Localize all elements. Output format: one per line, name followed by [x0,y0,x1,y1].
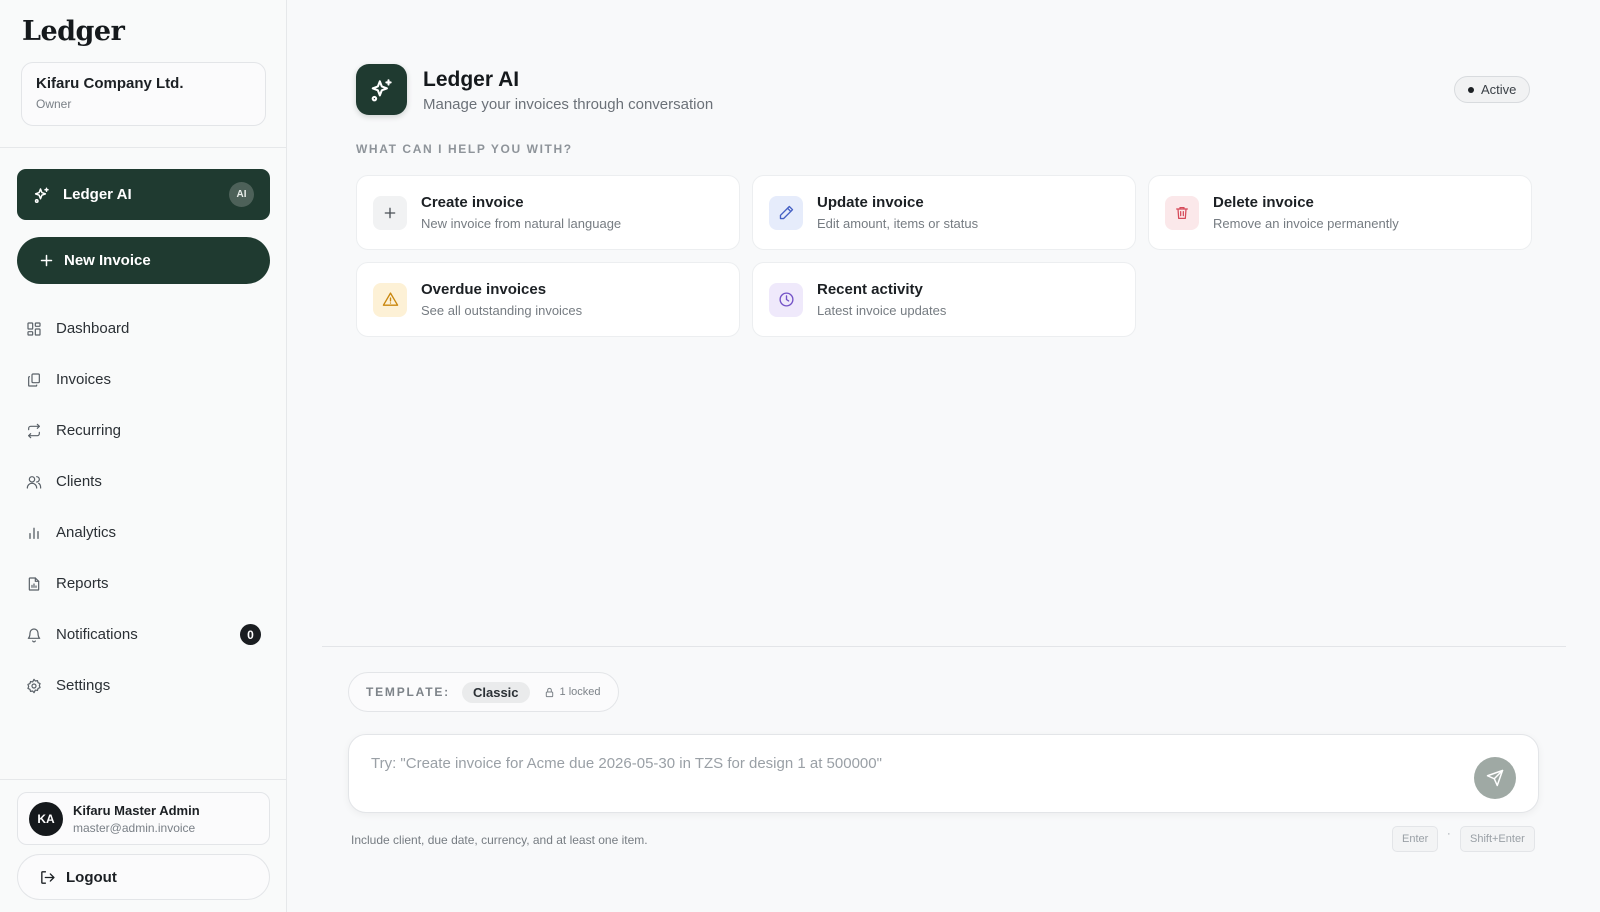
card-title: Recent activity [817,281,923,298]
company-role: Owner [36,97,72,111]
send-icon [1486,769,1504,787]
sparkles-icon [33,186,51,204]
analytics-icon [26,525,42,541]
trash-icon [1165,195,1199,230]
status-text: Active [1481,82,1517,97]
locked-count: 1 locked [559,686,601,698]
card-title: Create invoice [421,194,524,211]
sidebar-item-ledger-ai[interactable]: Ledger AI AI [17,169,270,220]
clock-icon [769,282,803,317]
new-invoice-label: New Invoice [64,252,151,269]
sidebar-nav: Dashboard Invoices Recurring Clients Ana… [17,303,270,711]
brand-logo: Ledger [22,16,125,47]
card-description: Latest invoice updates [817,303,947,318]
composer-hint: Include client, due date, currency, and … [351,833,648,847]
composer-divider [322,646,1566,647]
action-card-update-invoice[interactable]: Update invoice Edit amount, items or sta… [752,175,1136,250]
sidebar-item-label: Analytics [56,524,117,541]
bell-icon [26,627,42,643]
new-invoice-button[interactable]: New Invoice [17,237,270,284]
reports-icon [26,576,42,592]
company-name: Kifaru Company Ltd. [36,75,184,92]
invoices-icon [26,372,42,388]
sidebar-item-notifications[interactable]: Notifications 0 [17,609,270,660]
gear-icon [26,678,42,694]
sidebar-item-dashboard[interactable]: Dashboard [17,303,270,354]
lock-icon [544,687,555,698]
sidebar-item-label: Settings [56,677,111,694]
company-switcher[interactable]: Kifaru Company Ltd. Owner [21,62,266,126]
pencil-icon [769,195,803,230]
status-dot-icon [1468,86,1474,93]
sidebar-item-recurring[interactable]: Recurring [17,405,270,456]
section-label: WHAT CAN I HELP YOU WITH? [356,142,573,156]
user-name: Kifaru Master Admin [73,802,200,818]
logout-icon [39,869,56,886]
chat-composer [348,734,1539,813]
template-selector[interactable]: TEMPLATE: Classic 1 locked [348,672,619,712]
clients-icon [26,474,42,490]
card-title: Overdue invoices [421,281,547,298]
plus-icon [39,253,54,268]
card-description: Remove an invoice permanently [1213,216,1399,231]
sidebar-item-reports[interactable]: Reports [17,558,270,609]
card-description: New invoice from natural language [421,216,622,231]
sidebar-item-label: Dashboard [56,320,130,337]
user-profile-card[interactable]: KA Kifaru Master Admin master@admin.invo… [17,792,270,845]
notifications-count-badge: 0 [240,624,261,645]
sidebar-item-clients[interactable]: Clients [17,456,270,507]
shift-enter-key-hint: Shift+Enter [1460,826,1535,852]
sidebar-item-label: Ledger AI [63,186,132,203]
send-button[interactable] [1474,757,1516,799]
key-separator: · [1447,828,1451,840]
chat-input[interactable] [371,755,1451,795]
sidebar-item-analytics[interactable]: Analytics [17,507,270,558]
logout-button[interactable]: Logout [17,854,270,900]
main-content: Ledger AI Manage your invoices through c… [288,0,1600,912]
card-description: Edit amount, items or status [817,216,979,231]
action-card-create-invoice[interactable]: Create invoice New invoice from natural … [356,175,740,250]
recurring-icon [26,423,42,439]
avatar: KA [29,801,63,836]
sidebar: Ledger Kifaru Company Ltd. Owner Ledger … [0,0,287,912]
sidebar-item-label: Clients [56,473,102,490]
sidebar-divider [0,779,287,780]
sidebar-item-settings[interactable]: Settings [17,660,270,711]
sidebar-item-label: Reports [56,575,109,592]
action-card-overdue-invoices[interactable]: Overdue invoices See all outstanding inv… [356,262,740,337]
sidebar-divider [0,147,287,148]
card-title: Delete invoice [1213,194,1314,211]
template-label: TEMPLATE: [366,685,450,699]
sidebar-item-label: Notifications [56,626,138,643]
user-email: master@admin.invoice [73,820,196,835]
action-card-recent-activity[interactable]: Recent activity Latest invoice updates [752,262,1136,337]
card-title: Update invoice [817,194,924,211]
card-description: See all outstanding invoices [421,303,583,318]
sidebar-item-label: Recurring [56,422,122,439]
page-title: Ledger AI [423,68,520,91]
sidebar-item-invoices[interactable]: Invoices [17,354,270,405]
warning-icon [373,282,407,317]
logout-label: Logout [66,868,117,886]
enter-key-hint: Enter [1392,826,1439,852]
plus-icon [373,195,407,230]
action-card-delete-invoice[interactable]: Delete invoice Remove an invoice permane… [1148,175,1532,250]
sidebar-item-label: Invoices [56,371,112,388]
page-subtitle: Manage your invoices through conversatio… [423,96,714,113]
status-badge: Active [1454,76,1531,103]
sparkles-icon [356,64,407,115]
locked-templates: 1 locked [544,686,601,698]
ai-badge: AI [229,182,254,207]
dashboard-icon [26,321,42,337]
template-chip-classic[interactable]: Classic [461,681,530,703]
